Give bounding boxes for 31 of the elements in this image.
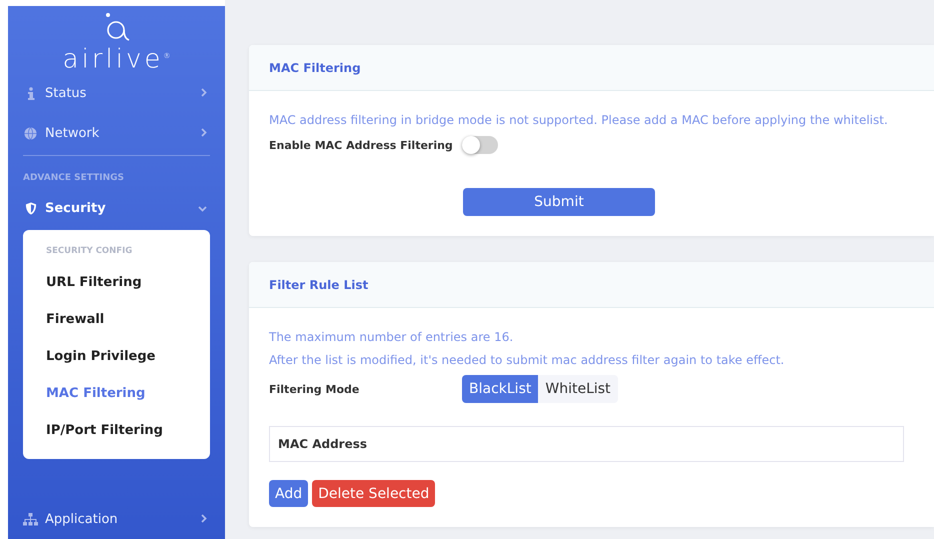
note-text: After the list is modified, it's needed to submit mac address filter again to take effect. <box>269 352 786 369</box>
delete-button[interactable]: Delete Selected <box>312 480 436 507</box>
nav-item[interactable]: Status <box>8 74 225 114</box>
shield-icon <box>24 202 36 215</box>
submenu-item[interactable]: MAC Filtering <box>23 375 210 412</box>
submenu-heading: SECURITY CONFIG <box>45 245 134 258</box>
logo-text: airlive$^{®}$ <box>62 44 170 74</box>
submenu-item[interactable]: Login Privilege <box>23 338 210 376</box>
nav-item[interactable]: Network <box>8 113 225 154</box>
section-heading: ADVANCE SETTINGS <box>22 172 126 186</box>
submenu-item[interactable]: URL Filtering <box>23 264 210 302</box>
notice-text: MAC address filtering in bridge mode is not supported. Please add a MAC before applying the whitelist. <box>269 112 889 129</box>
submit-button[interactable]: Submit <box>463 188 655 216</box>
field-label: Filtering Mode <box>269 382 360 396</box>
nav-item[interactable]: Application <box>8 499 225 539</box>
logo-symbol-icon <box>104 12 130 42</box>
toggle-switch[interactable] <box>462 136 498 154</box>
sitemap-icon <box>23 512 38 526</box>
note-text: The maximum number of entries are 16. <box>269 329 514 346</box>
submenu-item[interactable]: Firewall <box>23 301 210 338</box>
globe-icon <box>24 126 37 140</box>
info-icon <box>26 87 34 100</box>
field-label: Enable MAC Address Filtering <box>269 138 454 152</box>
add-button[interactable]: Add <box>269 480 308 507</box>
card-title: Filter Rule List <box>269 278 368 292</box>
mode-option[interactable]: WhiteList <box>538 375 618 403</box>
card-title: MAC Filtering <box>269 60 361 74</box>
mode-option[interactable]: BlackList <box>462 375 538 403</box>
submenu-item[interactable]: IP/Port Filtering <box>23 412 210 450</box>
nav-item[interactable]: Security <box>8 188 225 228</box>
column-header: MAC Address <box>277 437 368 451</box>
